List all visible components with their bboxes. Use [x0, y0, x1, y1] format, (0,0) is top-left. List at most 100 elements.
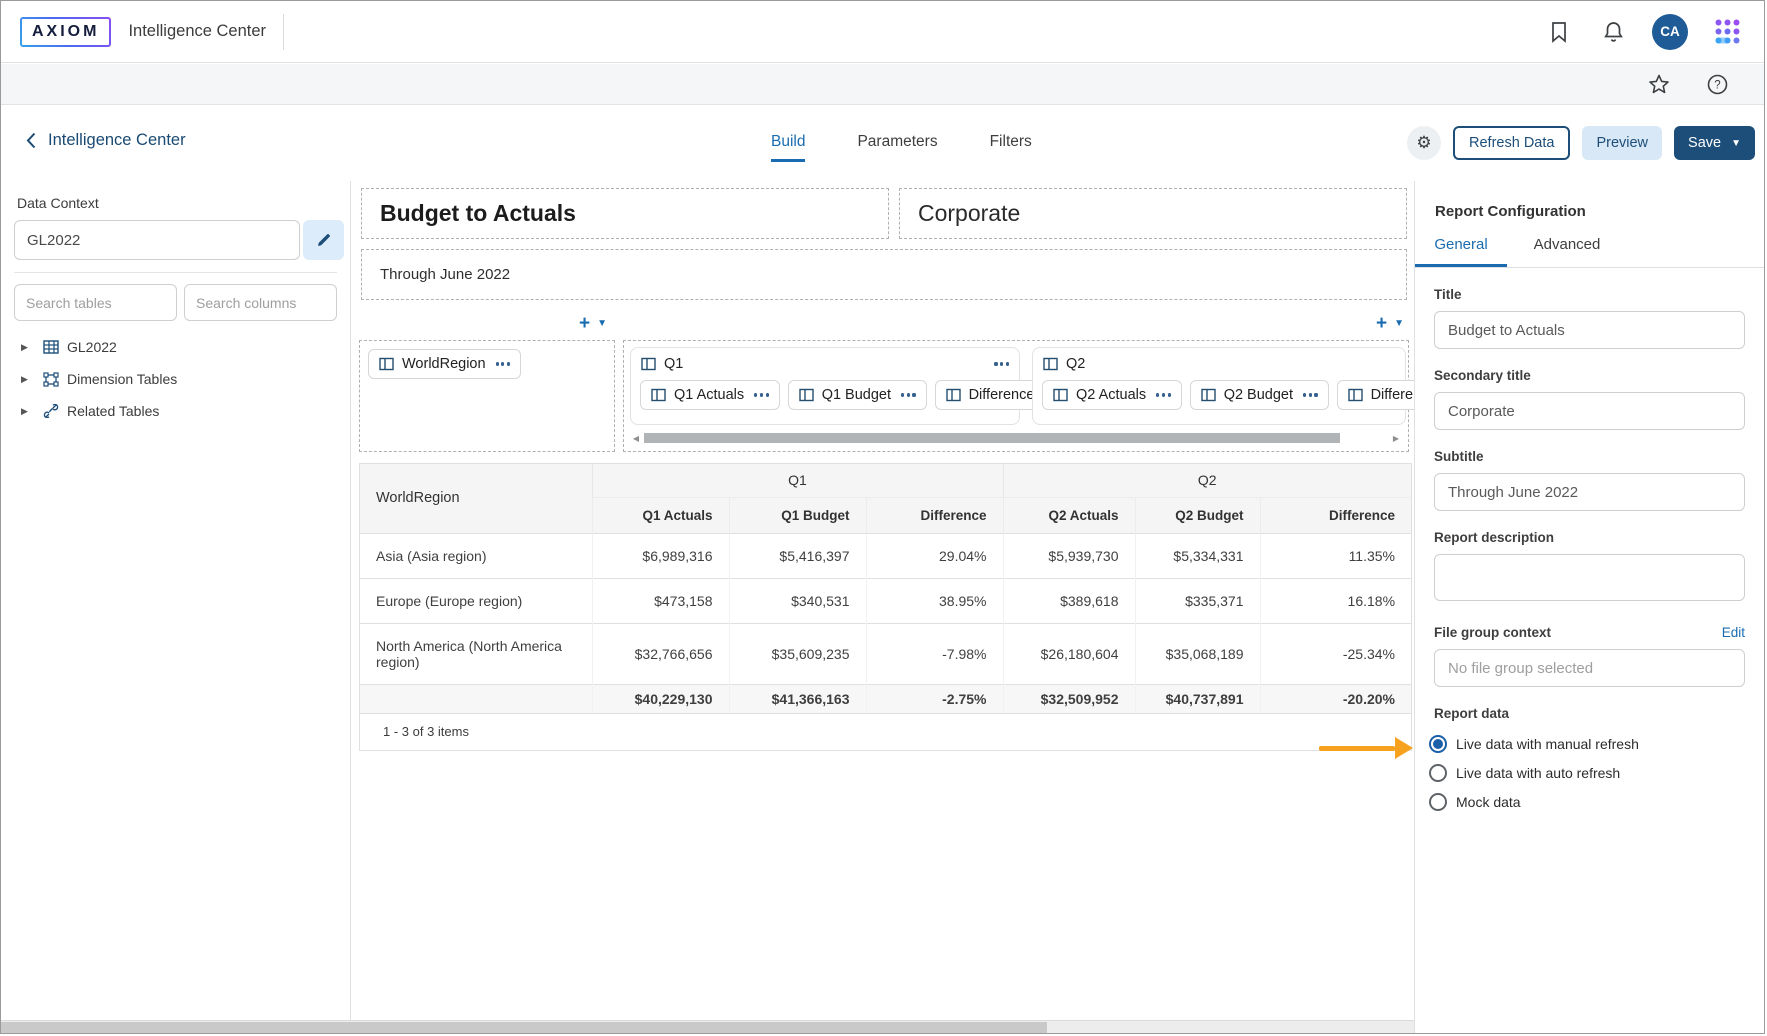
report-title-block[interactable]: Budget to Actuals: [361, 188, 889, 239]
radio-live-auto-refresh[interactable]: Live data with auto refresh: [1429, 764, 1745, 782]
plus-icon: +: [1376, 314, 1387, 333]
radio-button-icon[interactable]: [1429, 793, 1447, 811]
scroll-left-icon[interactable]: ◀: [630, 434, 642, 443]
svg-text:?: ?: [1714, 79, 1720, 91]
plus-icon: +: [579, 314, 590, 333]
refresh-data-button[interactable]: Refresh Data: [1453, 126, 1570, 160]
menu-dots-icon[interactable]: [496, 362, 511, 365]
tab-general[interactable]: General: [1415, 236, 1507, 267]
secondary-title-field-label: Secondary title: [1434, 368, 1745, 383]
save-button[interactable]: Save ▼: [1674, 126, 1755, 160]
secondary-title-field[interactable]: [1434, 392, 1745, 430]
column-fields-dropzone[interactable]: Q1 Q1 Actuals Q1 Budget: [623, 340, 1409, 452]
tab-build[interactable]: Build: [771, 133, 805, 162]
apps-grid-icon[interactable]: [1712, 17, 1742, 47]
chip-label: Q1 Budget: [822, 387, 891, 403]
column-icon: [379, 357, 394, 371]
chip-label: Q2 Actuals: [1076, 387, 1146, 403]
panel-title: Report Configuration: [1435, 203, 1764, 220]
menu-dots-icon[interactable]: [994, 362, 1009, 365]
value-cell: 16.18%: [1260, 578, 1411, 623]
bookmark-icon[interactable]: [1544, 17, 1574, 47]
report-description-label: Report description: [1434, 530, 1745, 545]
radio-live-manual-refresh[interactable]: Live data with manual refresh: [1429, 735, 1745, 753]
radio-button-icon[interactable]: [1429, 764, 1447, 782]
chevron-right-icon[interactable]: ▶: [21, 374, 43, 385]
chip-worldregion[interactable]: WorldRegion: [368, 349, 521, 379]
radio-button-icon[interactable]: [1429, 735, 1447, 753]
save-caret-down-icon[interactable]: ▼: [1731, 138, 1741, 149]
col-header-q2-budget: Q2 Budget: [1135, 497, 1260, 533]
column-icon: [1053, 388, 1068, 402]
breadcrumb-label: Intelligence Center: [48, 131, 186, 150]
bell-icon[interactable]: [1598, 17, 1628, 47]
star-icon[interactable]: [1644, 69, 1674, 99]
tree-item-related-tables[interactable]: ▶ Related Tables: [1, 395, 350, 427]
column-group-q2[interactable]: Q2 Q2 Actuals Q2 Budget: [1032, 347, 1406, 425]
value-cell: $32,766,656: [592, 623, 729, 684]
value-cell: -25.34%: [1260, 623, 1411, 684]
avatar[interactable]: CA: [1652, 14, 1688, 50]
title-field[interactable]: [1434, 311, 1745, 349]
table-totals-row: $40,229,130 $41,366,163 -2.75% $32,509,9…: [360, 684, 1411, 713]
chevron-right-icon[interactable]: ▶: [21, 406, 43, 417]
scrollbar-thumb[interactable]: [1, 1022, 1047, 1033]
action-row: Intelligence Center Build Parameters Fil…: [1, 105, 1764, 181]
data-context-input[interactable]: [14, 220, 300, 260]
chevron-right-icon[interactable]: ▶: [21, 342, 43, 353]
value-cell: $6,989,316: [592, 533, 729, 578]
report-description-field[interactable]: [1434, 554, 1745, 601]
chip-q1-budget[interactable]: Q1 Budget: [788, 380, 927, 410]
back-chevron-icon: [26, 132, 36, 149]
menu-dots-icon[interactable]: [754, 393, 769, 396]
menu-dots-icon[interactable]: [1303, 393, 1318, 396]
add-row-field-button[interactable]: + ▼: [579, 314, 607, 333]
edit-context-button[interactable]: [303, 220, 344, 260]
chip-label: Difference: [969, 387, 1035, 403]
column-icon: [1201, 388, 1216, 402]
value-cell: -7.98%: [866, 623, 1003, 684]
report-canvas: Budget to Actuals Corporate Through June…: [352, 181, 1414, 1020]
radio-mock-data[interactable]: Mock data: [1429, 793, 1745, 811]
value-cell: $35,609,235: [729, 623, 866, 684]
column-group-q1[interactable]: Q1 Q1 Actuals Q1 Budget: [630, 347, 1020, 425]
subtitle-field[interactable]: [1434, 473, 1745, 511]
view-tabs: Build Parameters Filters: [771, 133, 1032, 162]
menu-dots-icon[interactable]: [901, 393, 916, 396]
axiom-logo[interactable]: AXIOM: [20, 17, 111, 47]
page-horizontal-scrollbar[interactable]: [1, 1020, 1414, 1033]
gear-icon[interactable]: ⚙: [1407, 126, 1441, 160]
data-context-sidebar: Data Context ▶ GL2022 ▶: [1, 181, 351, 1020]
chip-q2-actuals[interactable]: Q2 Actuals: [1042, 380, 1182, 410]
pagination-status: 1 - 3 of 3 items: [360, 713, 1411, 750]
report-secondary-title-block[interactable]: Corporate: [899, 188, 1407, 239]
scrollbar-thumb[interactable]: [644, 433, 1340, 443]
region-cell: North America (North America region): [360, 623, 592, 684]
file-group-field[interactable]: [1434, 649, 1745, 687]
value-cell: $5,334,331: [1135, 533, 1260, 578]
menu-dots-icon[interactable]: [1156, 393, 1171, 396]
breadcrumb-back[interactable]: Intelligence Center: [26, 131, 186, 150]
tab-parameters[interactable]: Parameters: [857, 133, 937, 162]
chip-q2-budget[interactable]: Q2 Budget: [1190, 380, 1329, 410]
scroll-right-icon[interactable]: ▶: [1390, 434, 1402, 443]
file-group-edit-link[interactable]: Edit: [1722, 625, 1745, 640]
column-icon: [651, 388, 666, 402]
row-fields-dropzone[interactable]: WorldRegion: [359, 340, 615, 452]
caret-down-icon: ▼: [597, 318, 607, 329]
add-column-field-button[interactable]: + ▼: [1376, 314, 1404, 333]
search-tables-input[interactable]: [14, 284, 177, 321]
column-icon: [799, 388, 814, 402]
tab-filters[interactable]: Filters: [990, 133, 1032, 162]
chip-q1-actuals[interactable]: Q1 Actuals: [640, 380, 780, 410]
tree-item-gl2022[interactable]: ▶ GL2022: [1, 331, 350, 363]
report-subtitle-block[interactable]: Through June 2022: [361, 249, 1407, 300]
search-columns-input[interactable]: [184, 284, 337, 321]
tab-advanced[interactable]: Advanced: [1507, 236, 1627, 267]
caret-down-icon: ▼: [1394, 318, 1404, 329]
preview-button[interactable]: Preview: [1582, 126, 1662, 160]
help-icon[interactable]: ?: [1702, 69, 1732, 99]
columns-scrollbar[interactable]: ◀ ▶: [630, 431, 1402, 445]
tree-item-dimension-tables[interactable]: ▶ Dimension Tables: [1, 363, 350, 395]
value-cell: 11.35%: [1260, 533, 1411, 578]
